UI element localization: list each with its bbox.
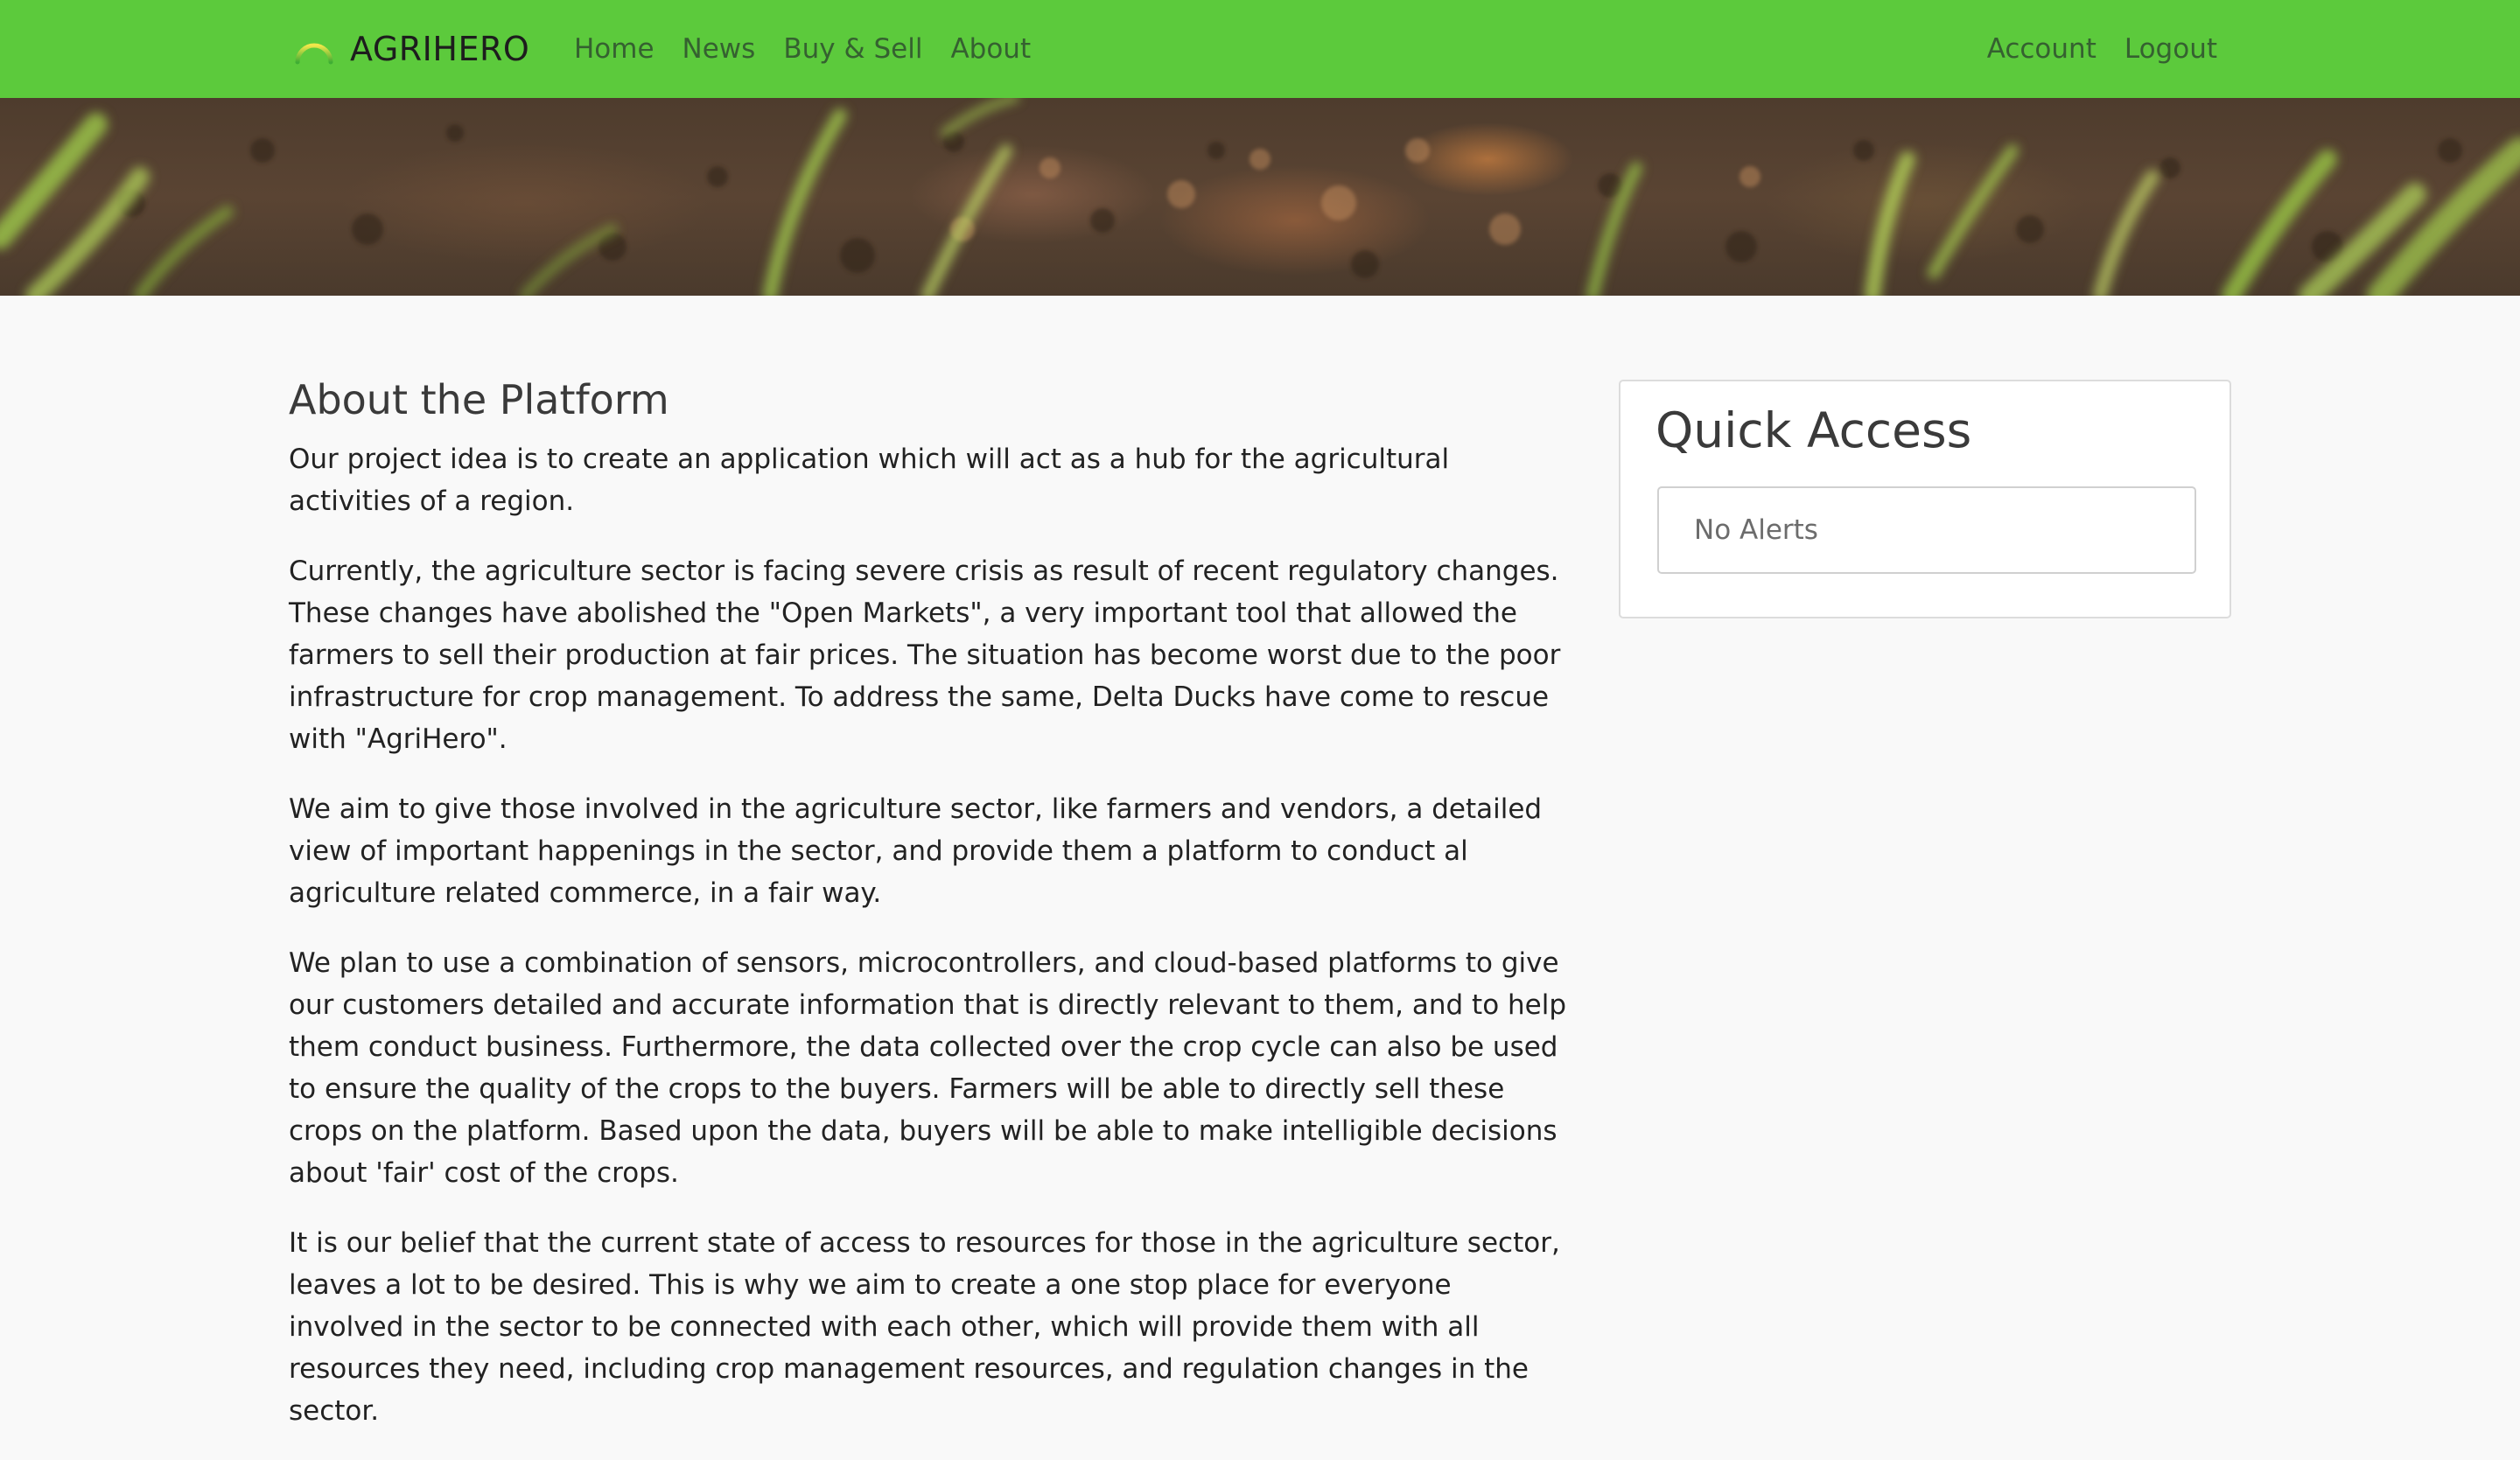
top-navbar: AGRIHERO Home News Buy & Sell About Acco… xyxy=(0,0,2520,98)
brand[interactable]: AGRIHERO xyxy=(292,24,529,73)
about-section: About the Platform Our project idea is t… xyxy=(289,376,1568,1460)
about-paragraph-3: We aim to give those involved in the agr… xyxy=(289,793,1543,910)
nav-about[interactable]: About xyxy=(950,33,1031,65)
about-paragraph-5: It is our belief that the current state … xyxy=(289,1227,1560,1428)
nav-buy-sell[interactable]: Buy & Sell xyxy=(783,33,922,65)
no-alerts-text: No Alerts xyxy=(1694,514,1818,546)
main-nav: Home News Buy & Sell About xyxy=(574,24,1031,73)
nav-news[interactable]: News xyxy=(682,33,756,65)
hero-banner-image xyxy=(0,98,2520,296)
alerts-list: No Alerts xyxy=(1657,486,2196,574)
about-paragraph-1: Our project idea is to create an applica… xyxy=(289,444,1450,518)
about-paragraph-2: Currently, the agriculture sector is fac… xyxy=(289,555,1561,756)
about-paragraph-4: We plan to use a combination of sensors,… xyxy=(289,947,1567,1190)
quick-access-card: Quick Access No Alerts xyxy=(1619,380,2231,618)
sun-logo-icon xyxy=(292,27,336,71)
about-title: About the Platform xyxy=(289,376,669,423)
brand-name: AGRIHERO xyxy=(350,30,530,68)
nav-account[interactable]: Account xyxy=(1987,33,2096,65)
user-nav: Account Logout xyxy=(1987,24,2217,73)
nav-home[interactable]: Home xyxy=(574,33,654,65)
nav-logout[interactable]: Logout xyxy=(2124,33,2217,65)
quick-access-title: Quick Access xyxy=(1656,402,1972,458)
